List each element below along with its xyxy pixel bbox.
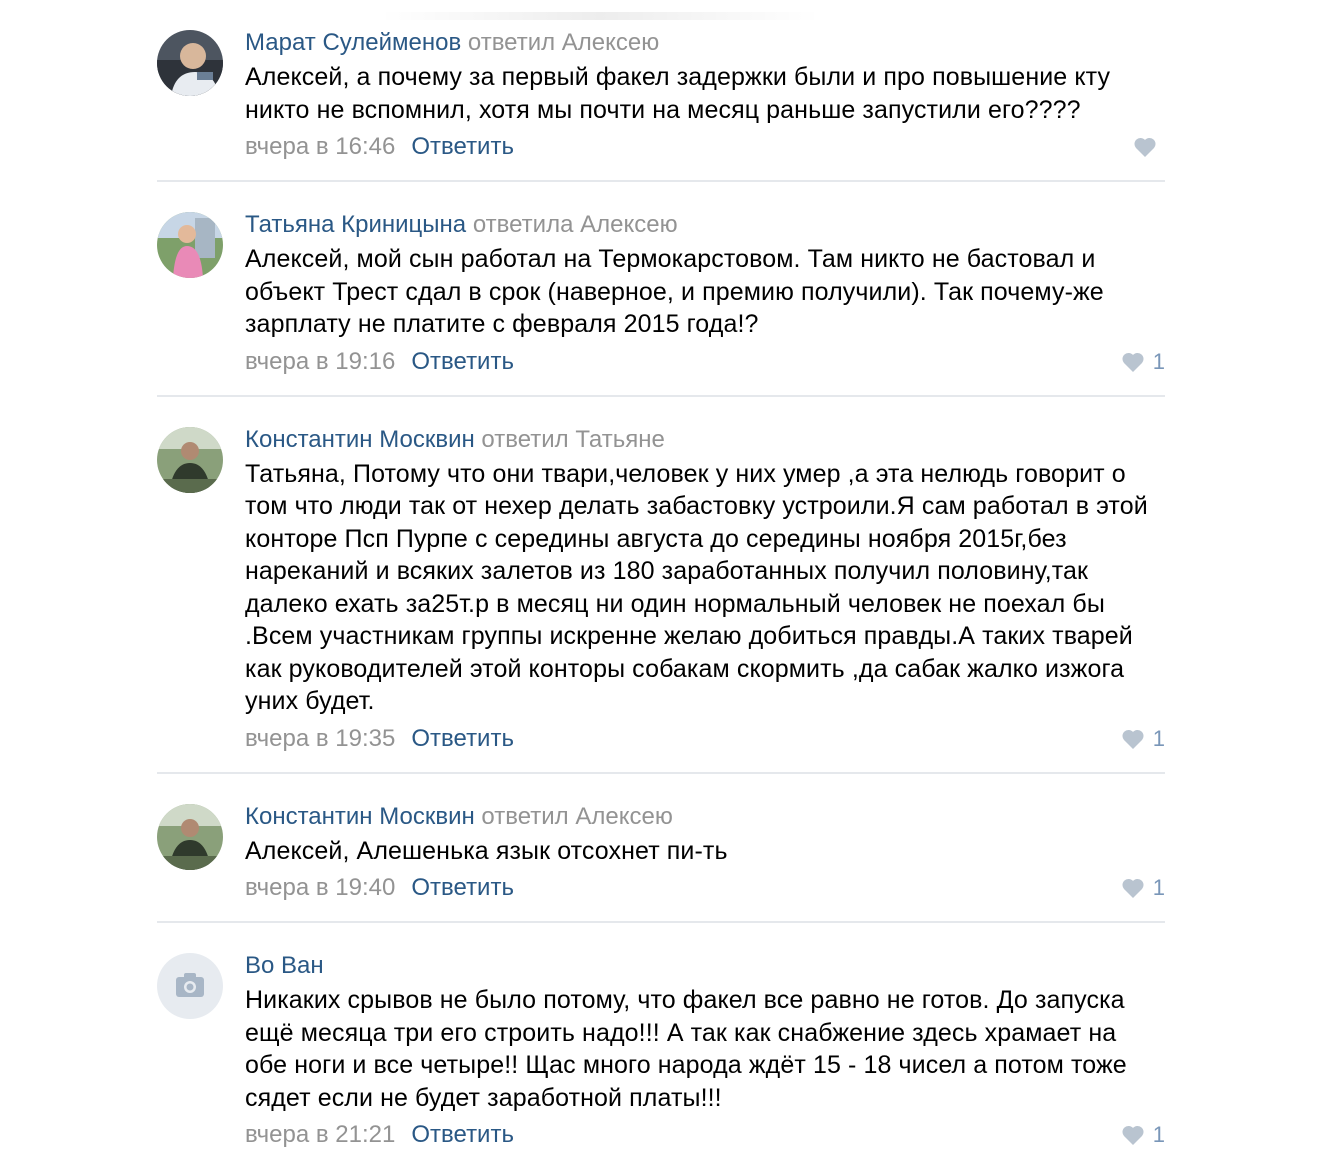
heart-icon [1122,729,1144,749]
author-name[interactable]: Марат Сулейменов [245,29,461,56]
comment-text: Алексей, мой сын работал на Термокарстов… [245,245,1104,338]
author-name[interactable]: Татьяна Криницына [245,211,466,238]
comment-date[interactable]: вчера в 16:46 [245,133,395,160]
avatar[interactable] [157,803,223,870]
comment-item: Татьяна Криницына ответила Алексею Алекс… [157,182,1165,397]
reply-to-label[interactable]: ответил Алексею [468,29,659,56]
comment-text: Татьяна, Потому что они твари,человек у … [245,459,1148,716]
avatar[interactable] [157,212,223,278]
reply-button[interactable]: Ответить [411,1121,514,1148]
comment-text: Никаких срывов не было потому, что факел… [245,986,1127,1112]
like-button[interactable]: 1 [1121,875,1165,901]
reply-button[interactable]: Ответить [411,874,514,901]
like-button[interactable]: 1 [1121,349,1165,375]
heart-icon [1134,137,1156,157]
comment-text: Алексей, Алешенька язык отсохнет пи-ть [245,836,728,865]
like-count: 1 [1152,1122,1165,1147]
like-count: 1 [1152,348,1165,374]
like-button[interactable] [1133,134,1165,160]
comment-date[interactable]: вчера в 19:40 [245,874,395,901]
comment-text: Алексей, а почему за первый факел задерж… [245,63,1111,124]
comment-item: Марат Сулейменов ответил Алексею Алексей… [157,0,1165,182]
heart-icon [1122,352,1144,372]
comment-date[interactable]: вчера в 21:21 [245,1121,395,1148]
avatar[interactable] [157,426,223,493]
avatar[interactable] [157,30,223,96]
reply-to-label[interactable]: ответил Татьяне [481,426,664,453]
reply-button[interactable]: Ответить [411,725,514,752]
reply-button[interactable]: Ответить [411,348,514,375]
heart-icon [1122,1125,1144,1145]
author-name[interactable]: Константин Москвин [245,426,475,453]
like-button[interactable]: 1 [1121,1122,1165,1148]
avatar[interactable] [157,953,223,1019]
like-button[interactable]: 1 [1121,726,1165,752]
comment-date[interactable]: вчера в 19:35 [245,725,395,752]
comment-item: Константин Москвин ответил Алексею Алекс… [157,774,1165,923]
comment-item: Во Ван Никаких срывов не было потому, чт… [157,923,1165,1168]
reply-to-label[interactable]: ответила Алексею [473,211,678,238]
author-name[interactable]: Во Ван [245,952,324,979]
comment-date[interactable]: вчера в 19:16 [245,348,395,375]
author-name[interactable]: Константин Москвин [245,803,475,830]
like-count: 1 [1152,725,1165,751]
reply-to-label[interactable]: ответил Алексею [481,803,672,830]
like-count: 1 [1152,875,1165,900]
heart-icon [1122,878,1144,898]
comment-item: Константин Москвин ответил Татьяне Татья… [157,397,1165,774]
comments-list: Марат Сулейменов ответил Алексею Алексей… [157,0,1165,1168]
reply-button[interactable]: Ответить [411,133,514,160]
